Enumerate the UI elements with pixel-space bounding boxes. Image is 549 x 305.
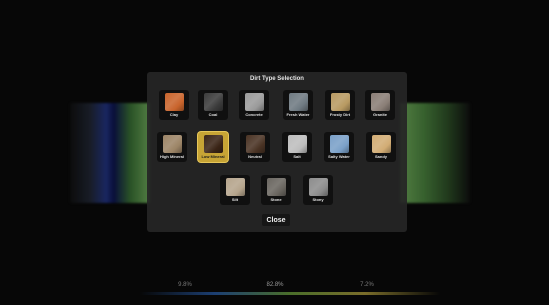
dirt-option-neutral[interactable]: Neutral [240, 132, 270, 162]
dirt-option-label: Fresh Water [286, 112, 310, 117]
salt-swatch [287, 135, 307, 153]
dirt-option-salt[interactable]: Salt [282, 132, 312, 162]
dirt-option-label: Neutral [248, 154, 262, 159]
dirt-option-label: Frosty Dirt [329, 112, 351, 117]
clay-swatch [164, 93, 184, 111]
dirt-option-stony[interactable]: Stony [303, 175, 333, 205]
spectrum-band-left [70, 103, 150, 203]
dirt-option-sandy[interactable]: Sandy [366, 132, 396, 162]
stony-swatch [308, 178, 328, 196]
dirt-option-low-mineral[interactable]: Low Mineral [198, 132, 228, 162]
dirt-option-fresh-water[interactable]: Fresh Water [283, 90, 313, 120]
sandy-swatch [371, 135, 391, 153]
low-mineral-swatch [203, 135, 223, 153]
dirt-option-granite[interactable]: Granite [365, 90, 395, 120]
dirt-option-label: High Mineral [159, 154, 184, 159]
high-mineral-swatch [162, 135, 182, 153]
dirt-option-frosty-dirt[interactable]: Frosty Dirt [325, 90, 355, 120]
dirt-option-label: Sandy [374, 154, 387, 159]
dirt-option-coal[interactable]: Coal [198, 90, 228, 120]
close-button[interactable]: Close [262, 214, 290, 226]
spectrum-band-right [400, 103, 470, 203]
concrete-swatch [244, 93, 264, 111]
dirt-option-label: Coal [208, 112, 218, 117]
dirt-option-label: Silt [231, 197, 239, 202]
dirt-option-label: Salt [293, 154, 301, 159]
granite-swatch [370, 93, 390, 111]
dirt-type-dialog: Dirt Type Selection Clay Coal Concrete F… [147, 72, 407, 232]
spectrum-bar [140, 292, 440, 295]
dirt-option-label: Salty Water [328, 154, 350, 159]
dirt-option-label: Granite [372, 112, 387, 117]
dirt-option-clay[interactable]: Clay [159, 90, 189, 120]
dirt-option-salty-water[interactable]: Salty Water [324, 132, 354, 162]
dirt-option-silt[interactable]: Silt [220, 175, 250, 205]
dirt-option-label: Clay [169, 112, 179, 117]
footer-value-right: 7.2% [360, 282, 374, 288]
fresh-water-swatch [288, 93, 308, 111]
salty-water-swatch [329, 135, 349, 153]
dirt-option-concrete[interactable]: Concrete [239, 90, 269, 120]
frosty-dirt-swatch [330, 93, 350, 111]
dirt-option-high-mineral[interactable]: High Mineral [157, 132, 187, 162]
dirt-option-label: Concrete [245, 112, 263, 117]
coal-swatch [203, 93, 223, 111]
silt-swatch [225, 178, 245, 196]
footer-value-left: 9.8% [178, 282, 192, 288]
dialog-title: Dirt Type Selection [250, 76, 304, 82]
dirt-option-label: Stony [312, 197, 324, 202]
dirt-option-stone[interactable]: Stone [261, 175, 291, 205]
neutral-swatch [245, 135, 265, 153]
footer-value-center: 82.8% [266, 282, 284, 288]
stone-swatch [266, 178, 286, 196]
dirt-option-label: Stone [270, 197, 282, 202]
dirt-option-label: Low Mineral [201, 154, 225, 159]
